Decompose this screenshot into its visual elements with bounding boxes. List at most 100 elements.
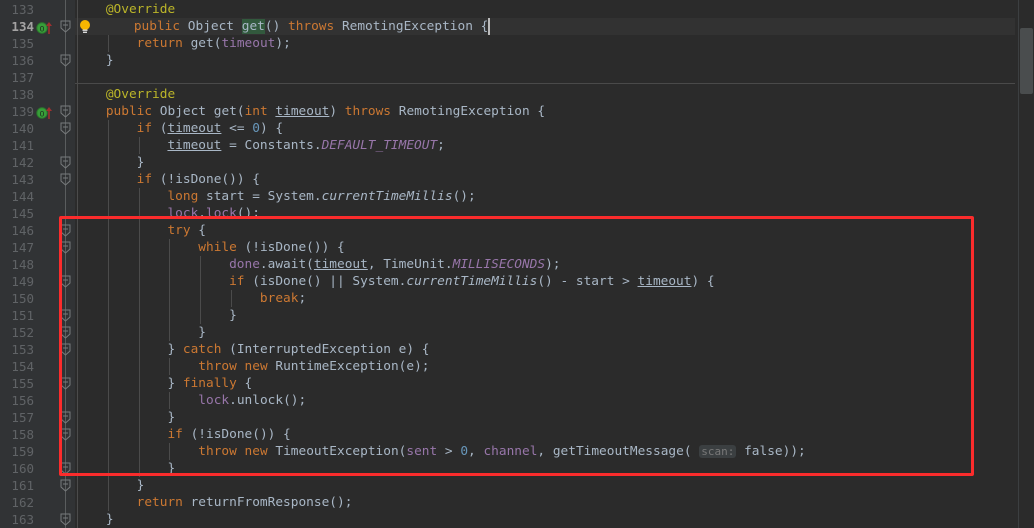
svg-text:O: O [40,110,45,119]
code-line[interactable]: 144 long start = System.currentTimeMilli… [0,188,1034,205]
intention-bulb-icon[interactable] [78,19,92,34]
line-number: 158 [11,427,34,442]
line-number: 157 [11,410,34,425]
code-line[interactable]: 139 O public Object get(int timeout) thro… [0,103,1034,120]
code-line[interactable]: 150 break; [0,290,1034,307]
line-number: 137 [11,70,34,85]
code-line[interactable]: 163 } [0,511,1034,528]
line-number: 147 [11,240,34,255]
code-folding-marker[interactable] [59,343,72,356]
code-folding-marker[interactable] [59,241,72,254]
code-line-text: } [105,512,114,527]
overriding-method-icon[interactable]: O [36,106,54,119]
code-folding-marker[interactable] [59,462,72,475]
line-number: 145 [11,206,34,221]
code-line[interactable]: 142 } [0,154,1034,171]
code-line-text: throw new TimeoutException(sent > 0, cha… [198,444,806,459]
code-line[interactable]: 135 return get(timeout); [0,35,1034,52]
code-folding-marker[interactable] [59,156,72,169]
line-number: 156 [11,393,34,408]
code-line[interactable]: 156 lock.unlock(); [0,392,1034,409]
line-number: 162 [11,495,34,510]
line-number: 133 [11,2,34,17]
code-line[interactable]: 140 if (timeout <= 0) { [0,120,1034,137]
code-line[interactable]: 157 } [0,409,1034,426]
line-number: 136 [11,53,34,68]
code-folding-marker[interactable] [59,173,72,186]
code-line[interactable]: 149 if (isDone() || System.currentTimeMi… [0,273,1034,290]
svg-text:O: O [40,25,45,34]
line-number: 134 [11,19,34,34]
code-line-text: throw new RuntimeException(e); [198,359,430,374]
code-line[interactable]: 154 throw new RuntimeException(e); [0,358,1034,375]
line-number: 135 [11,36,34,51]
code-line[interactable]: 158 if (!isDone()) { [0,426,1034,443]
code-line-text: long start = System.currentTimeMillis(); [167,189,476,204]
code-line[interactable]: 146 try { [0,222,1034,239]
code-line-text: } [136,155,145,170]
code-line-text: } [229,308,237,323]
line-number: 163 [11,512,34,527]
code-line[interactable]: 147 while (!isDone()) { [0,239,1034,256]
code-line-text: while (!isDone()) { [198,240,345,255]
code-line-text: } catch (InterruptedException e) { [167,342,430,357]
code-line-text: } [167,461,176,476]
code-folding-marker[interactable] [59,122,72,135]
code-folding-region-line [65,0,66,528]
code-line[interactable]: 143 if (!isDone()) { [0,171,1034,188]
vertical-scrollbar-thumb[interactable] [1020,28,1033,94]
code-line[interactable]: 162 return returnFromResponse(); [0,494,1034,511]
code-folding-marker[interactable] [59,54,72,67]
code-folding-marker[interactable] [59,377,72,390]
code-folding-marker[interactable] [59,275,72,288]
code-line[interactable]: 161 } [0,477,1034,494]
code-editor[interactable]: 133 @Override 134 O public Object get() th… [0,0,1034,528]
code-line-text: } finally { [167,376,253,391]
code-line[interactable]: 136 } [0,52,1034,69]
line-number: 153 [11,342,34,357]
code-line[interactable]: 145 lock.lock(); [0,205,1034,222]
code-line-text: @Override [105,87,176,102]
line-number: 151 [11,308,34,323]
code-folding-marker[interactable] [59,20,72,33]
code-line[interactable]: 160 } [0,460,1034,477]
overriding-method-icon[interactable]: O [36,21,54,34]
code-folding-marker[interactable] [59,513,72,526]
code-line-text: if (timeout <= 0) { [136,121,284,136]
code-folding-marker[interactable] [59,224,72,237]
text-caret [488,18,490,35]
line-number: 139 [11,104,34,119]
code-line-text: if (!isDone()) { [136,172,260,187]
code-folding-marker[interactable] [59,326,72,339]
code-folding-marker[interactable] [59,105,72,118]
code-line[interactable]: 134 O public Object get() throws Remoting… [0,18,1034,35]
code-line[interactable]: 141 timeout = Constants.DEFAULT_TIMEOUT; [0,137,1034,154]
line-number: 152 [11,325,34,340]
line-number: 140 [11,121,34,136]
code-line-text: } [167,410,176,425]
code-line[interactable]: 152 } [0,324,1034,341]
code-folding-marker[interactable] [59,309,72,322]
code-line[interactable]: 151 } [0,307,1034,324]
code-line-text: public Object get(int timeout) throws Re… [105,104,546,119]
code-folding-marker[interactable] [59,428,72,441]
line-number: 144 [11,189,34,204]
code-line-text: done.await(timeout, TimeUnit.MILLISECOND… [229,257,561,272]
code-line[interactable]: 159 throw new TimeoutException(sent > 0,… [0,443,1034,460]
code-folding-marker[interactable] [59,479,72,492]
code-line[interactable]: 153 } catch (InterruptedException e) { [0,341,1034,358]
code-line[interactable]: 133 @Override [0,1,1034,18]
code-line[interactable]: 138 @Override [0,86,1034,103]
code-line-text: return get(timeout); [136,36,291,51]
code-line-text: if (isDone() || System.currentTimeMillis… [229,274,715,289]
code-folding-marker[interactable] [59,411,72,424]
line-number: 148 [11,257,34,272]
code-line-text: } [198,325,206,340]
code-line-text: } [136,478,145,493]
code-line-text: lock.lock(); [167,206,260,221]
line-number: 142 [11,155,34,170]
code-line[interactable]: 155 } finally { [0,375,1034,392]
code-line-text: lock.unlock(); [198,393,307,408]
code-line-text: timeout = Constants.DEFAULT_TIMEOUT; [167,138,445,153]
code-line[interactable]: 148 done.await(timeout, TimeUnit.MILLISE… [0,256,1034,273]
